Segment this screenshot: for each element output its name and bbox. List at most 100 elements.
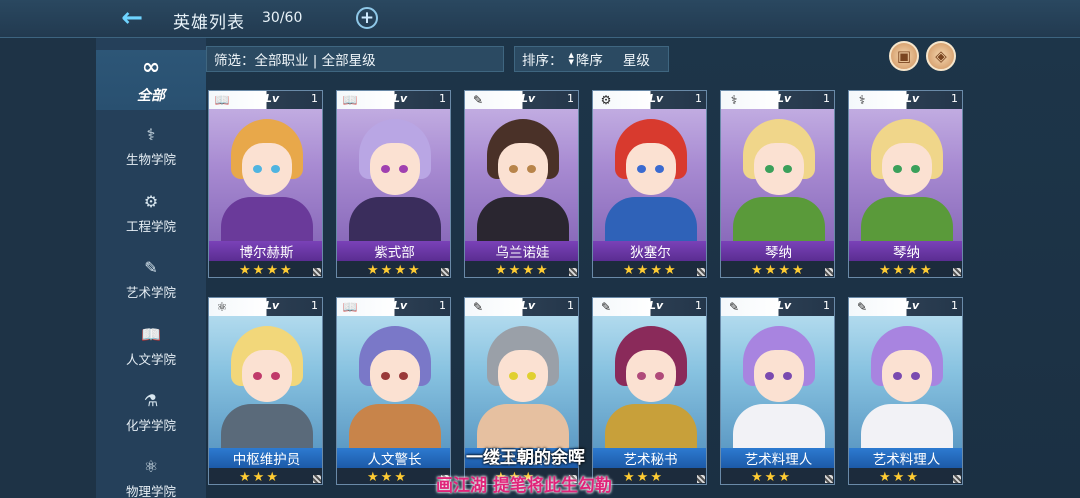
sidebar-item-5[interactable]: ⚗ 化学学院 (96, 382, 206, 442)
atom-icon: ⚛ (143, 456, 159, 476)
recycle-button[interactable]: ◈ (926, 41, 956, 71)
hero-card[interactable]: ✎ Lv 1 艺术料理人 ★ ★ ★ (720, 297, 835, 485)
hero-name: 艺术料理人 (721, 448, 834, 468)
portrait-eye (509, 372, 518, 380)
hero-card[interactable]: ⚕ Lv 1 琴纳 ★ ★ ★ ★ (720, 90, 835, 278)
corner-mark (825, 268, 833, 276)
hero-name: 艺术料理人 (849, 448, 962, 468)
star-icon: ★ (791, 262, 804, 278)
hero-card[interactable]: ⚙ Lv 1 狄塞尔 ★ ★ ★ ★ (592, 90, 707, 278)
sidebar-item-4[interactable]: 📖 人文学院 (96, 316, 206, 376)
star-icon: ★ (906, 469, 918, 485)
hero-name: 狄塞尔 (593, 241, 706, 261)
star-icon: ★ (522, 262, 534, 278)
level-prefix: Lv (521, 299, 536, 312)
portrait-outfit (605, 404, 697, 450)
level-value: 1 (311, 299, 318, 312)
portrait-eye (765, 372, 774, 380)
level-prefix: Lv (265, 92, 280, 105)
corner-mark (697, 475, 705, 483)
card-header: ⚕ Lv 1 (849, 91, 962, 109)
level-value: 1 (951, 299, 958, 312)
star-icon: ★ (367, 262, 379, 278)
corner-mark (953, 268, 961, 276)
sidebar-item-1[interactable]: ⚕ 生物学院 (96, 116, 206, 176)
level-value: 1 (439, 299, 446, 312)
star-icon: ★ (623, 262, 635, 278)
sort-order-toggle[interactable]: ▲ ▼ 降序 (569, 49, 603, 70)
hero-card[interactable]: ✎ Lv 1 艺术料理人 ★ ★ ★ (848, 297, 963, 485)
corner-mark (953, 475, 961, 483)
filter-label: 筛选：全部职业 | 全部星级 (214, 53, 376, 69)
back-button[interactable]: ← (116, 4, 148, 32)
hero-card[interactable]: 📖 Lv 1 人文警长 ★ ★ ★ (336, 297, 451, 485)
level-prefix: Lv (905, 299, 920, 312)
card-header: ⚛ Lv 1 (209, 298, 322, 316)
corner-mark (825, 475, 833, 483)
level-prefix: Lv (393, 299, 408, 312)
portrait-face (882, 143, 932, 195)
hero-portrait (465, 109, 578, 243)
hero-name: 乌兰诺娃 (465, 241, 578, 261)
star-icon: ★ (764, 262, 777, 278)
portrait-outfit (861, 197, 953, 243)
portrait-eye (893, 165, 902, 173)
star-icon: ★ (636, 469, 649, 485)
hero-portrait (209, 316, 322, 450)
star-icon: ★ (623, 469, 635, 485)
portrait-outfit (221, 404, 313, 450)
hero-card[interactable]: 📖 Lv 1 紫式部 ★ ★ ★ ★ (336, 90, 451, 278)
infinity-icon: ∞ (141, 55, 161, 80)
hero-card[interactable]: ✎ Lv 1 乌兰诺娃 ★ ★ ★ ★ (464, 90, 579, 278)
sidebar-item-0[interactable]: ∞ 全部 (96, 50, 206, 110)
sort-field-label[interactable]: 星级 (623, 49, 650, 69)
portrait-outfit (349, 404, 441, 450)
sort-label: 排序： (522, 53, 563, 69)
star-icon: ★ (407, 262, 420, 278)
hero-card[interactable]: ⚛ Lv 1 中枢维护员 ★ ★ ★ (208, 297, 323, 485)
corner-mark (313, 268, 321, 276)
hero-count: 30/60 (262, 10, 303, 26)
star-rating: ★ ★ ★ ★ (849, 261, 962, 277)
portrait-eye (911, 372, 920, 380)
level-value: 1 (823, 92, 830, 105)
add-slot-button[interactable]: + (356, 7, 378, 29)
sidebar-item-3[interactable]: ✎ 艺术学院 (96, 249, 206, 309)
star-icon: ★ (394, 262, 406, 278)
filter-button[interactable]: 筛选：全部职业 | 全部星级 (206, 46, 504, 72)
card-header: ⚕ Lv 1 (721, 91, 834, 109)
star-icon: ★ (778, 469, 790, 485)
level-value: 1 (567, 92, 574, 105)
portrait-outfit (605, 197, 697, 243)
portrait-eye (399, 165, 408, 173)
star-icon: ★ (892, 469, 905, 485)
sidebar-item-label: 物理学院 (125, 483, 176, 498)
card-header: ✎ Lv 1 (721, 298, 834, 316)
hero-card[interactable]: ⚕ Lv 1 琴纳 ★ ★ ★ ★ (848, 90, 963, 278)
portrait-eye (381, 165, 390, 173)
star-icon: ★ (495, 262, 507, 278)
sort-order-label: 降序 (575, 53, 603, 69)
portrait-face (242, 350, 292, 402)
flask-icon: ⚗ (143, 390, 159, 410)
star-icon: ★ (367, 469, 379, 485)
sidebar-item-6[interactable]: ⚛ 物理学院 (96, 448, 206, 498)
star-rating: ★ ★ ★ (337, 468, 450, 485)
portrait-eye (783, 165, 792, 173)
hero-card[interactable]: 📖 Lv 1 博尔赫斯 ★ ★ ★ ★ (208, 90, 323, 278)
book-sort-button[interactable]: ▣ (889, 41, 919, 71)
hero-portrait (849, 109, 962, 243)
card-header: ⚙ Lv 1 (593, 91, 706, 109)
portrait-eye (637, 165, 646, 173)
sidebar-item-2[interactable]: ⚙ 工程学院 (96, 183, 206, 243)
palette-icon: ✎ (472, 93, 484, 107)
star-icon: ★ (266, 469, 278, 485)
page-title: 英雄列表 (173, 13, 245, 33)
sort-control[interactable]: 排序： ▲ ▼ 降序 星级 (514, 46, 669, 72)
corner-mark (313, 475, 321, 483)
recycle-icon: ◈ (935, 47, 947, 65)
hero-portrait (593, 316, 706, 450)
atom-icon: ⚛ (216, 300, 228, 314)
palette-icon: ✎ (600, 300, 612, 314)
hero-card[interactable]: ✎ Lv 1 艺术秘书 ★ ★ ★ (592, 297, 707, 485)
